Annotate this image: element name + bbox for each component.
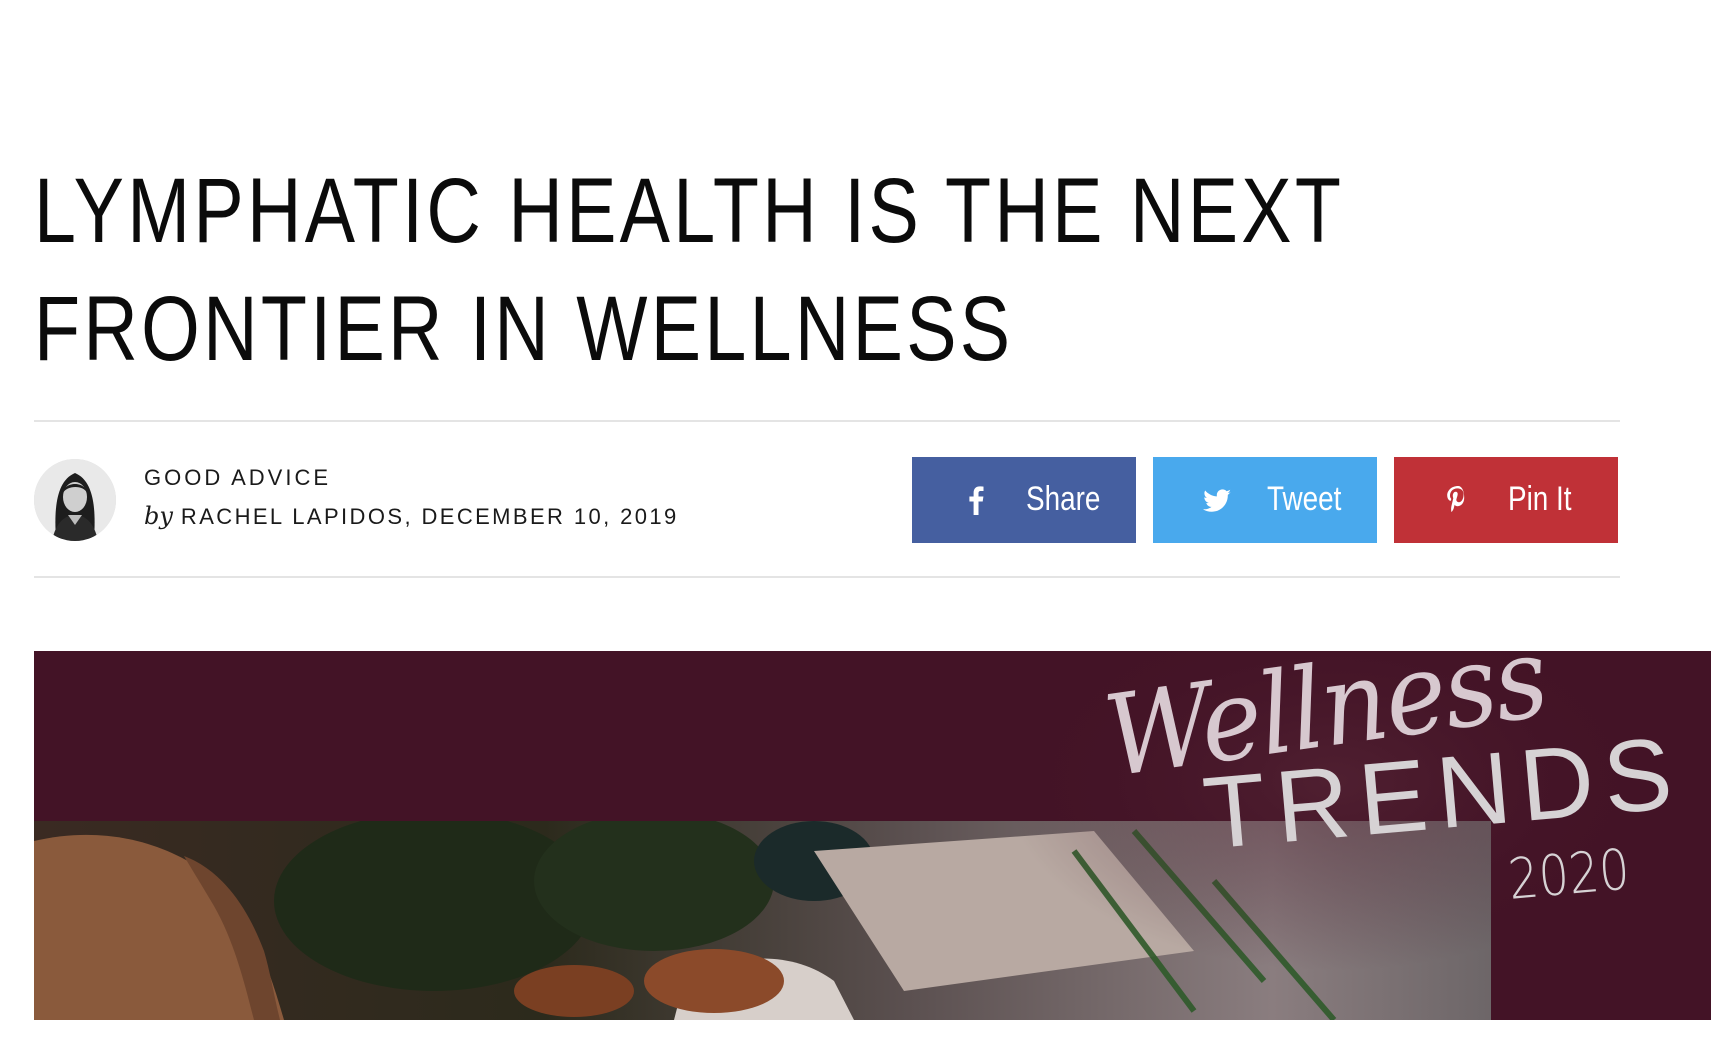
pinterest-icon [1447,486,1465,512]
divider-bottom [34,576,1620,578]
author-line: by RACHEL LAPIDOS, DECEMBER 10, 2019 [144,501,679,532]
pinterest-pin-button[interactable]: Pin It [1394,457,1618,543]
by-label: by [144,502,173,530]
facebook-share-button[interactable]: Share [912,457,1136,543]
article-headline: LYMPHATIC HEALTH IS THE NEXT FRONTIER IN… [34,160,1343,380]
twitter-tweet-button[interactable]: Tweet [1153,457,1377,543]
author-link[interactable]: RACHEL LAPIDOS [181,504,405,529]
facebook-icon [969,486,984,515]
author-avatar[interactable] [34,459,116,541]
twitter-icon [1203,489,1231,512]
divider-top [34,420,1620,422]
pinterest-pin-label: Pin It [1508,480,1572,518]
hero-year-text: 2020 [1505,837,1633,913]
twitter-tweet-label: Tweet [1267,480,1342,518]
category-link[interactable]: GOOD ADVICE [144,463,679,493]
author-photo [34,459,116,541]
publish-date: , DECEMBER 10, 2019 [404,504,679,529]
byline-meta: GOOD ADVICE by RACHEL LAPIDOS, DECEMBER 1… [144,463,679,532]
facebook-share-label: Share [1026,480,1101,518]
byline-row: GOOD ADVICE by RACHEL LAPIDOS, DECEMBER 1… [34,457,1620,545]
hero-image: Wellness TRENDS 2020 [34,651,1711,1020]
